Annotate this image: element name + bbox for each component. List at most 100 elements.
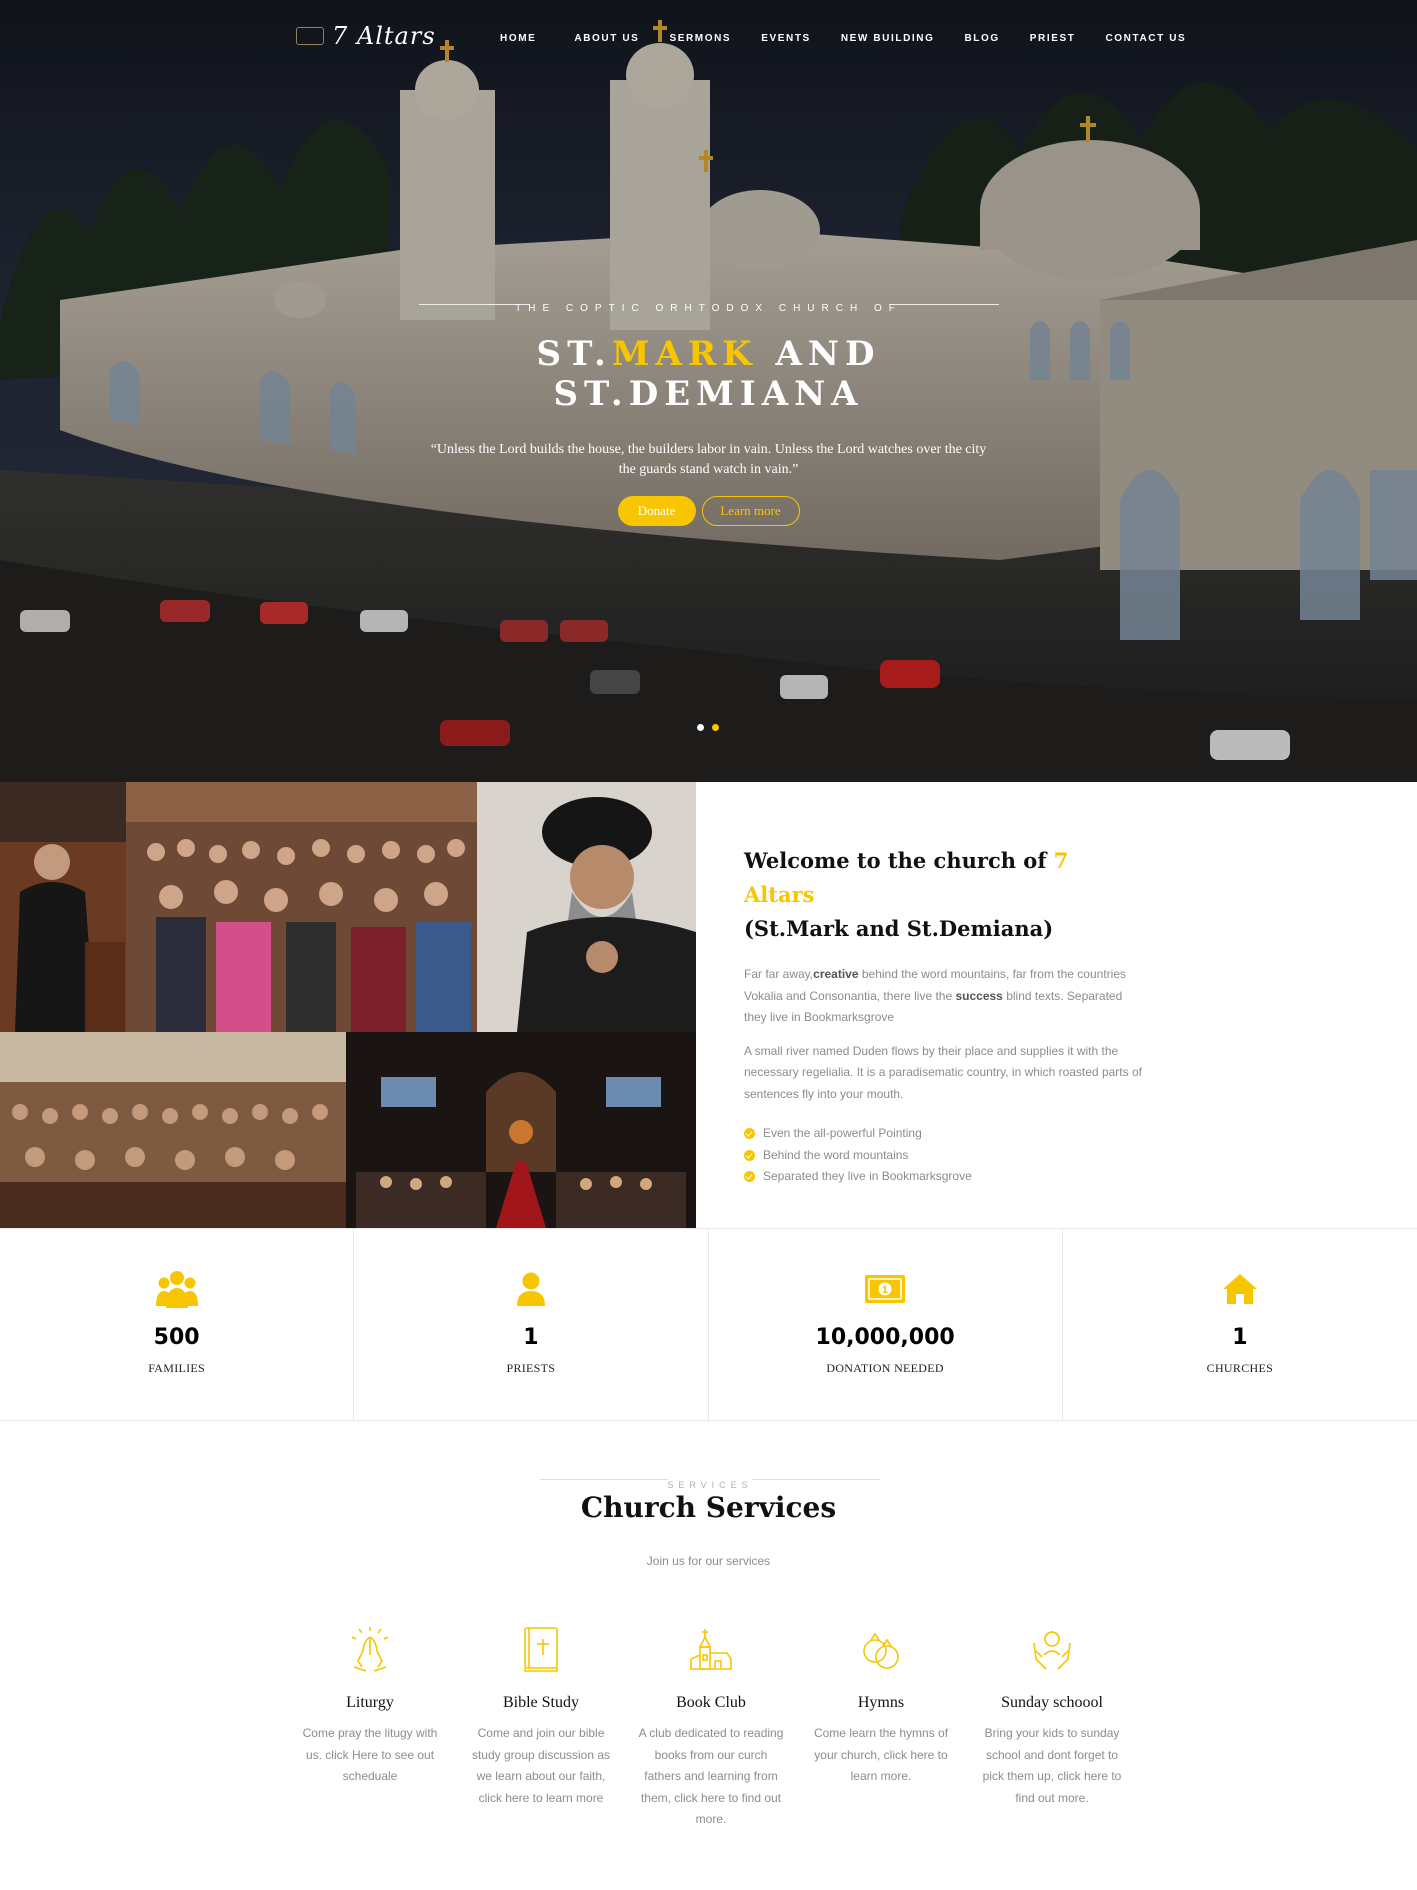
- list-item: Behind the word mountains: [744, 1145, 1144, 1167]
- photo-collage: [0, 782, 696, 1228]
- learn-more-button[interactable]: Learn more: [701, 496, 800, 526]
- services-section: SERVICES Church Services Join us for our…: [0, 1421, 1417, 1890]
- check-circle-icon: [744, 1149, 755, 1161]
- stat-priests: 1 PRIESTS: [354, 1229, 709, 1420]
- nav-contact-us[interactable]: CONTACT US: [1105, 33, 1186, 44]
- stat-donation: 1 10,000,000 DONATION NEEDED: [709, 1229, 1063, 1420]
- welcome-section: Welcome to the church of 7 Altars (St.Ma…: [0, 782, 1417, 1228]
- hero-quote: “Unless the Lord builds the house, the b…: [430, 442, 987, 477]
- service-description: Come learn the hymns of your church, cli…: [813, 1726, 949, 1783]
- welcome-text-block: Welcome to the church of 7 Altars (St.Ma…: [744, 844, 1144, 1188]
- eyebrow-line-right: [752, 1479, 880, 1480]
- nav-events[interactable]: EVENTS: [761, 33, 811, 44]
- service-description: Come pray the litugy with us. click Here…: [302, 1726, 438, 1783]
- services-eyebrow: SERVICES: [540, 1473, 880, 1490]
- hero-title-part-b: AND: [757, 334, 881, 374]
- welcome-paragraph-1: Far far away,creative behind the word mo…: [744, 964, 1144, 1029]
- checklist-text: Behind the word mountains: [763, 1147, 909, 1162]
- welcome-checklist: Even the all-powerful Pointing Behind th…: [744, 1123, 1144, 1188]
- check-circle-icon: [744, 1171, 755, 1183]
- nav-about-us[interactable]: ABOUT US: [574, 33, 639, 44]
- photo-priest-speaking: [0, 782, 126, 1032]
- service-name: Sunday schoool: [1001, 1694, 1103, 1711]
- slider-dot-1[interactable]: [697, 724, 704, 731]
- top-navigation: 7 Altars HOME ABOUT US SERMONS EVENTS NE…: [0, 0, 1417, 80]
- p1-bold-success: success: [955, 988, 1003, 1003]
- services-subtitle: Join us for our services: [646, 1554, 771, 1568]
- stat-label: CHURCHES: [1206, 1361, 1274, 1375]
- money-icon: 1: [709, 1269, 1062, 1309]
- praying-hands-icon: [295, 1621, 445, 1677]
- photo-sanctuary: [346, 1032, 696, 1228]
- nav-priest[interactable]: PRIEST: [1030, 33, 1076, 44]
- service-name: Hymns: [857, 1694, 905, 1711]
- hero-content: THE COPTIC ORHTODOX CHURCH OF ST.MARK AN…: [0, 296, 1417, 526]
- list-item: Even the all-powerful Pointing: [744, 1123, 1144, 1145]
- slider-dots: [697, 724, 719, 731]
- logo-text: 7 Altars: [332, 22, 436, 50]
- service-name: Bible Study: [502, 1694, 579, 1711]
- nav-sermons[interactable]: SERMONS: [669, 33, 731, 44]
- stat-label: DONATION NEEDED: [826, 1361, 944, 1375]
- logo-mark-icon: [296, 27, 324, 45]
- person-icon: [354, 1269, 707, 1309]
- photo-crowd: [0, 1032, 346, 1228]
- welcome-title-part-a: Welcome to the church of: [744, 848, 1054, 873]
- stat-churches: 1 CHURCHES: [1063, 1229, 1417, 1420]
- nav-blog[interactable]: BLOG: [964, 33, 999, 44]
- bible-icon: [466, 1621, 616, 1677]
- svg-text:1: 1: [882, 1285, 889, 1296]
- welcome-title: Welcome to the church of 7 Altars (St.Ma…: [744, 844, 1144, 946]
- hero-title-accent: MARK: [611, 334, 758, 374]
- nav-new-building[interactable]: NEW BUILDING: [841, 33, 935, 44]
- church-icon: [636, 1621, 786, 1677]
- check-circle-icon: [744, 1128, 755, 1140]
- p1-bold-creative: creative: [813, 967, 859, 981]
- photo-bishop-praying: [477, 782, 696, 1032]
- service-card-sunday-school[interactable]: Sunday schoool Bring your kids to sunday…: [977, 1621, 1127, 1809]
- service-card-hymns[interactable]: Hymns Come learn the hymns of your churc…: [806, 1621, 956, 1788]
- list-item: Separated they live in Bookmarksgrove: [744, 1166, 1144, 1188]
- service-card-book-club[interactable]: Book Club A club dedicated to reading bo…: [636, 1621, 786, 1831]
- stat-number: 500: [153, 1325, 200, 1350]
- hero-eyebrow: THE COPTIC ORHTODOX CHURCH OF: [418, 296, 999, 314]
- photo-congregation: [126, 782, 477, 1032]
- stat-number: 10,000,000: [815, 1325, 955, 1350]
- welcome-paragraph-2: A small river named Duden flows by their…: [744, 1043, 1142, 1101]
- rings-icon: [806, 1621, 956, 1677]
- service-description: Come and join our bible study group disc…: [471, 1726, 611, 1805]
- stats-section: 500 FAMILIES 1 PRIESTS 1 10,000,000 DONA…: [0, 1228, 1417, 1421]
- eyebrow-line-left: [418, 304, 529, 305]
- nav-home[interactable]: HOME: [500, 33, 536, 44]
- main-menu: HOME ABOUT US SERMONS EVENTS NEW BUILDIN…: [500, 33, 1186, 44]
- services-eyebrow-text: SERVICES: [667, 1480, 753, 1490]
- service-name: Liturgy: [346, 1694, 394, 1711]
- checklist-text: Even the all-powerful Pointing: [763, 1126, 922, 1140]
- welcome-title-part-b: (St.Mark and St.Demiana): [744, 916, 1054, 941]
- stat-number: 1: [523, 1325, 539, 1350]
- stat-families: 500 FAMILIES: [0, 1229, 355, 1420]
- service-card-bible-study[interactable]: Bible Study Come and join our bible stud…: [466, 1621, 616, 1809]
- service-description: Bring your kids to sunday school and don…: [982, 1726, 1122, 1805]
- service-name: Book Club: [676, 1694, 746, 1711]
- child-hands-icon: [977, 1621, 1127, 1677]
- logo[interactable]: 7 Altars: [296, 22, 436, 50]
- hero-eyebrow-text: THE COPTIC ORHTODOX CHURCH OF: [515, 303, 902, 314]
- hero-buttons: Donate Learn more: [0, 496, 1417, 526]
- hero-title-line2: ST.DEMIANA: [553, 374, 864, 414]
- stat-label: PRIESTS: [506, 1361, 556, 1375]
- hero-title: ST.MARK AND ST.DEMIANA: [0, 334, 1417, 414]
- group-icon: [0, 1269, 353, 1309]
- hero-title-part-a: ST.: [536, 334, 612, 374]
- service-description: A club dedicated to reading books from o…: [638, 1726, 784, 1826]
- stat-number: 1: [1232, 1325, 1248, 1350]
- home-icon: [1063, 1269, 1417, 1309]
- slider-dot-2[interactable]: [712, 724, 719, 731]
- hero-section: 7 Altars HOME ABOUT US SERMONS EVENTS NE…: [0, 0, 1417, 782]
- eyebrow-line-left: [540, 1479, 668, 1480]
- services-title: Church Services: [580, 1491, 837, 1524]
- eyebrow-line-right: [888, 304, 999, 305]
- service-card-liturgy[interactable]: Liturgy Come pray the litugy with us. cl…: [295, 1621, 445, 1788]
- donate-button[interactable]: Donate: [617, 496, 696, 526]
- stat-label: FAMILIES: [148, 1361, 206, 1375]
